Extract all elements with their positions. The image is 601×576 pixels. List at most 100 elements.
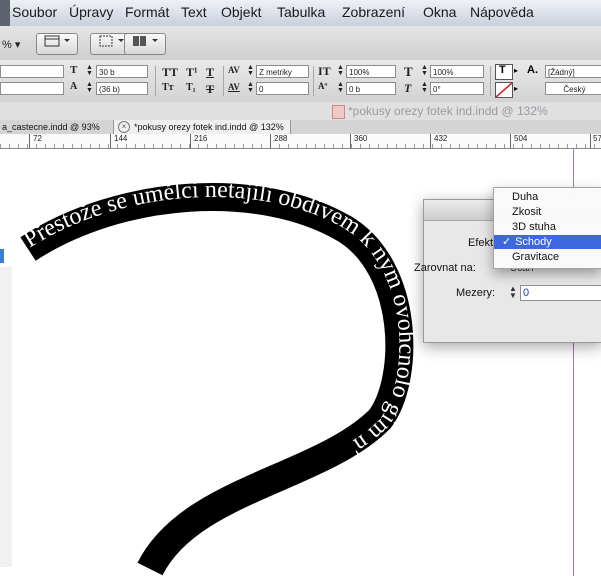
ruler-label: 360 [354, 134, 368, 143]
effect-option-schody[interactable]: ✓ Schody [494, 235, 601, 249]
baseline-shift-icon: Aª [318, 81, 328, 91]
baseline-shift-field[interactable]: 0 b [346, 82, 396, 95]
kerning-stepper[interactable]: ▲ ▼ [246, 81, 255, 95]
menu-zobrazeni[interactable]: Zobrazení [342, 4, 405, 20]
language-field[interactable]: Český [545, 82, 601, 95]
superscript-icon[interactable]: T¹ [186, 65, 198, 80]
strikethrough-icon[interactable]: T [206, 82, 214, 97]
horizontal-scale-stepper[interactable]: ▲ ▼ [420, 64, 429, 78]
kerning-field[interactable]: 0 [256, 82, 309, 95]
tracking-icon: AV [228, 82, 240, 92]
leading-field[interactable]: 30 b [96, 65, 148, 78]
subscript-icon[interactable]: T₁ [186, 82, 196, 93]
horizontal-ruler[interactable]: 72 144 216 288 360 432 504 57 [0, 134, 601, 149]
stroke-color-swatch[interactable] [495, 82, 513, 98]
fill-dropdown-arrow[interactable]: ▸ [514, 66, 518, 75]
path-text[interactable]: Přestože se umělci netajili obdivem k ny… [19, 177, 419, 460]
menu-text[interactable]: Text [181, 4, 207, 20]
arrange-documents-button[interactable] [124, 33, 166, 55]
character-control-panel: T ▲ ▼ 30 b A ▲ ▼ (36 b) TT T¹ T Tт T₁ T AV… [0, 60, 601, 103]
stroke-dropdown-arrow[interactable]: ▸ [514, 84, 518, 93]
view-options-button[interactable] [36, 33, 78, 55]
tracking-stepper[interactable]: ▲ ▼ [246, 64, 255, 78]
spacing-stepper[interactable]: ▲ ▼ [508, 285, 518, 301]
vertical-scale-stepper[interactable]: ▲ ▼ [336, 64, 345, 78]
check-icon: ✓ [502, 236, 512, 248]
arrange-icon [133, 36, 158, 46]
menu-tabulka[interactable]: Tabulka [277, 4, 325, 20]
document-tabs: a_castecne.indd @ 93% × *pokusy orezy fo… [0, 120, 601, 135]
align-label: Zarovnat na: [414, 262, 476, 274]
small-caps-icon[interactable]: Tт [162, 82, 174, 93]
leading-icon: T [70, 64, 78, 76]
close-icon[interactable]: × [118, 121, 130, 133]
effect-option-zkosit[interactable]: Zkosit [494, 205, 601, 219]
ruler-tick [510, 134, 511, 148]
menu-upravy[interactable]: Úpravy [69, 4, 113, 20]
ruler-tick [270, 134, 271, 148]
spacing-field[interactable]: 0 [520, 285, 601, 301]
menu-soubor[interactable]: Soubor [12, 4, 57, 20]
spacing-label: Mezery: [456, 287, 496, 299]
tab-active-label: *pokusy orezy fotek ind.indd @ 132% [134, 122, 284, 132]
horizontal-scale-field[interactable]: 100% [430, 65, 484, 78]
fill-color-swatch[interactable]: T [495, 64, 513, 80]
ruler-label: 216 [194, 134, 208, 143]
font-style-field[interactable] [0, 82, 64, 95]
ruler-label: 288 [274, 134, 288, 143]
document-icon [332, 105, 345, 119]
ruler-tick [350, 134, 351, 148]
effect-option-gravitace[interactable]: Gravitace [494, 250, 601, 264]
leading-auto-field[interactable]: (36 b) [96, 82, 148, 95]
view-options-icon [44, 35, 70, 47]
menu-okna[interactable]: Okna [423, 4, 456, 20]
vertical-scale-icon: IT [318, 64, 331, 78]
vertical-scale-field[interactable]: 100% [346, 65, 396, 78]
tab-inactive-document[interactable]: a_castecne.indd @ 93% [2, 120, 100, 134]
all-caps-icon[interactable]: TT [162, 65, 178, 80]
effect-popup-menu: Duha Zkosit 3D stuha ✓ Schody Gravitace [493, 187, 601, 269]
separator [155, 66, 156, 96]
text-fill-icon: T [499, 64, 506, 76]
zoom-dropdown[interactable]: % ▾ [2, 38, 20, 51]
menu-objekt[interactable]: Objekt [221, 4, 261, 20]
ruler-label: 432 [434, 134, 448, 143]
window-title: *pokusy orezy fotek ind.indd @ 132% [348, 104, 548, 118]
leading-stepper[interactable]: ▲ ▼ [85, 64, 94, 78]
leading-auto-stepper[interactable]: ▲ ▼ [85, 81, 94, 95]
horizontal-scale-icon: T [404, 64, 413, 79]
kerning-icon: AV [228, 65, 240, 75]
ruler-tick [190, 134, 191, 148]
effect-option-duha[interactable]: Duha [494, 190, 601, 204]
ruler-tick [29, 134, 30, 148]
skew-stepper[interactable]: ▲ ▼ [420, 81, 429, 95]
font-family-field[interactable] [0, 65, 64, 78]
ruler-tick [430, 134, 431, 148]
separator [313, 66, 314, 96]
ruler-label: 57 [593, 134, 601, 143]
skew-field[interactable]: 0° [430, 82, 484, 95]
menu-bar-edge [0, 0, 10, 26]
menu-format[interactable]: Formát [125, 4, 169, 20]
menu-napoveda[interactable]: Nápověda [470, 4, 534, 20]
ruler-tick [590, 134, 591, 148]
app-toolbar: % ▾ [0, 26, 601, 61]
character-style-field[interactable]: [Žádný] [545, 65, 601, 78]
ruler-label: 72 [33, 134, 42, 143]
ruler-label: 144 [114, 134, 128, 143]
path-text-content: Přestože se umělci netajili obdivem k ny… [19, 177, 419, 460]
effect-option-schody-label: Schody [515, 236, 552, 248]
character-style-icon: A. [527, 64, 538, 76]
tracking-field[interactable]: Z metriky [256, 65, 309, 78]
underline-icon[interactable]: T [206, 65, 214, 80]
ruler-tick [110, 134, 111, 148]
separator [490, 66, 491, 96]
menu-bar: Soubor Úpravy Formát Text Objekt Tabulka… [0, 0, 601, 27]
window-title-band: *pokusy orezy fotek ind.indd @ 132% [0, 102, 601, 121]
baseline-shift-stepper[interactable]: ▲ ▼ [336, 81, 345, 95]
effect-label: Efekt: [468, 237, 497, 249]
tab-active-document[interactable]: × *pokusy orezy fotek ind.indd @ 132% [113, 120, 291, 134]
effect-option-3d-stuha[interactable]: 3D stuha [494, 220, 601, 234]
separator [223, 66, 224, 96]
screen-mode-icon [99, 35, 124, 47]
